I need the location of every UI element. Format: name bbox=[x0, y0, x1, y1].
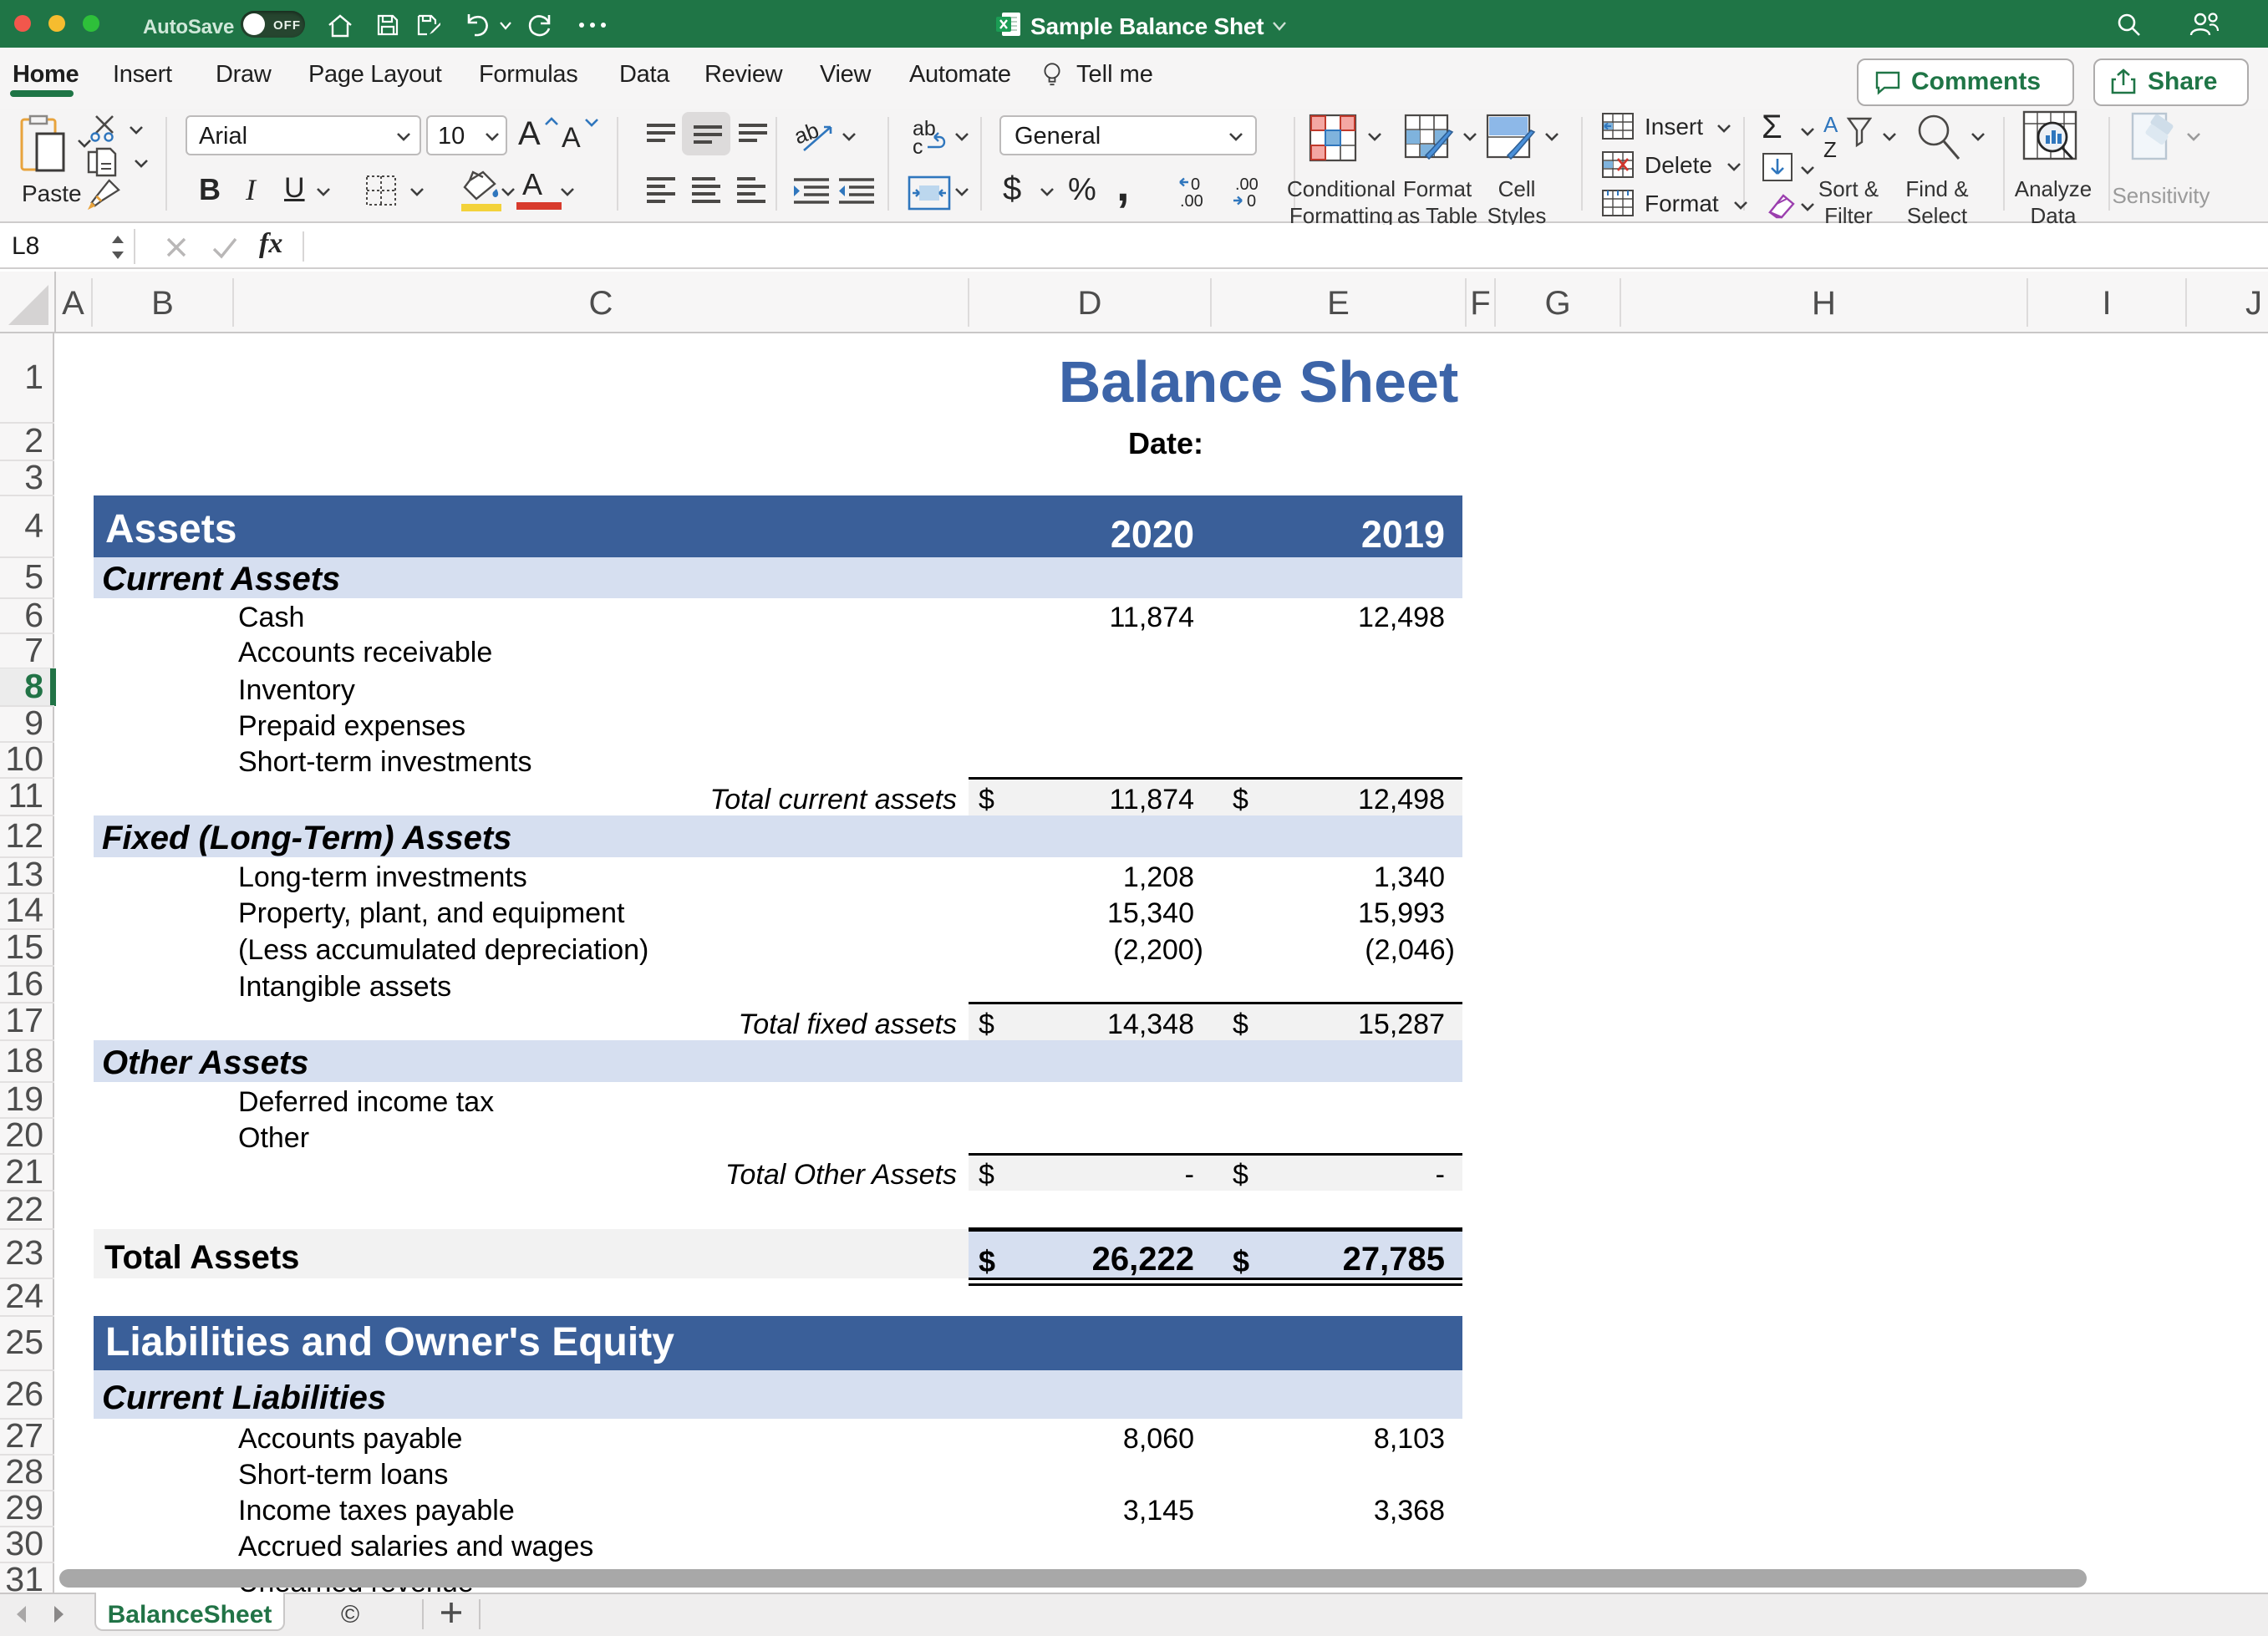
svg-text:0: 0 bbox=[1191, 175, 1200, 194]
svg-text:ab: ab bbox=[796, 117, 822, 149]
svg-text:c: c bbox=[913, 135, 923, 157]
svg-text:A: A bbox=[1823, 112, 1838, 137]
svg-text:Z: Z bbox=[1823, 137, 1837, 162]
svg-text:.00: .00 bbox=[1235, 175, 1259, 194]
svg-text:.00: .00 bbox=[1180, 192, 1203, 209]
svg-text:0: 0 bbox=[1247, 192, 1256, 209]
